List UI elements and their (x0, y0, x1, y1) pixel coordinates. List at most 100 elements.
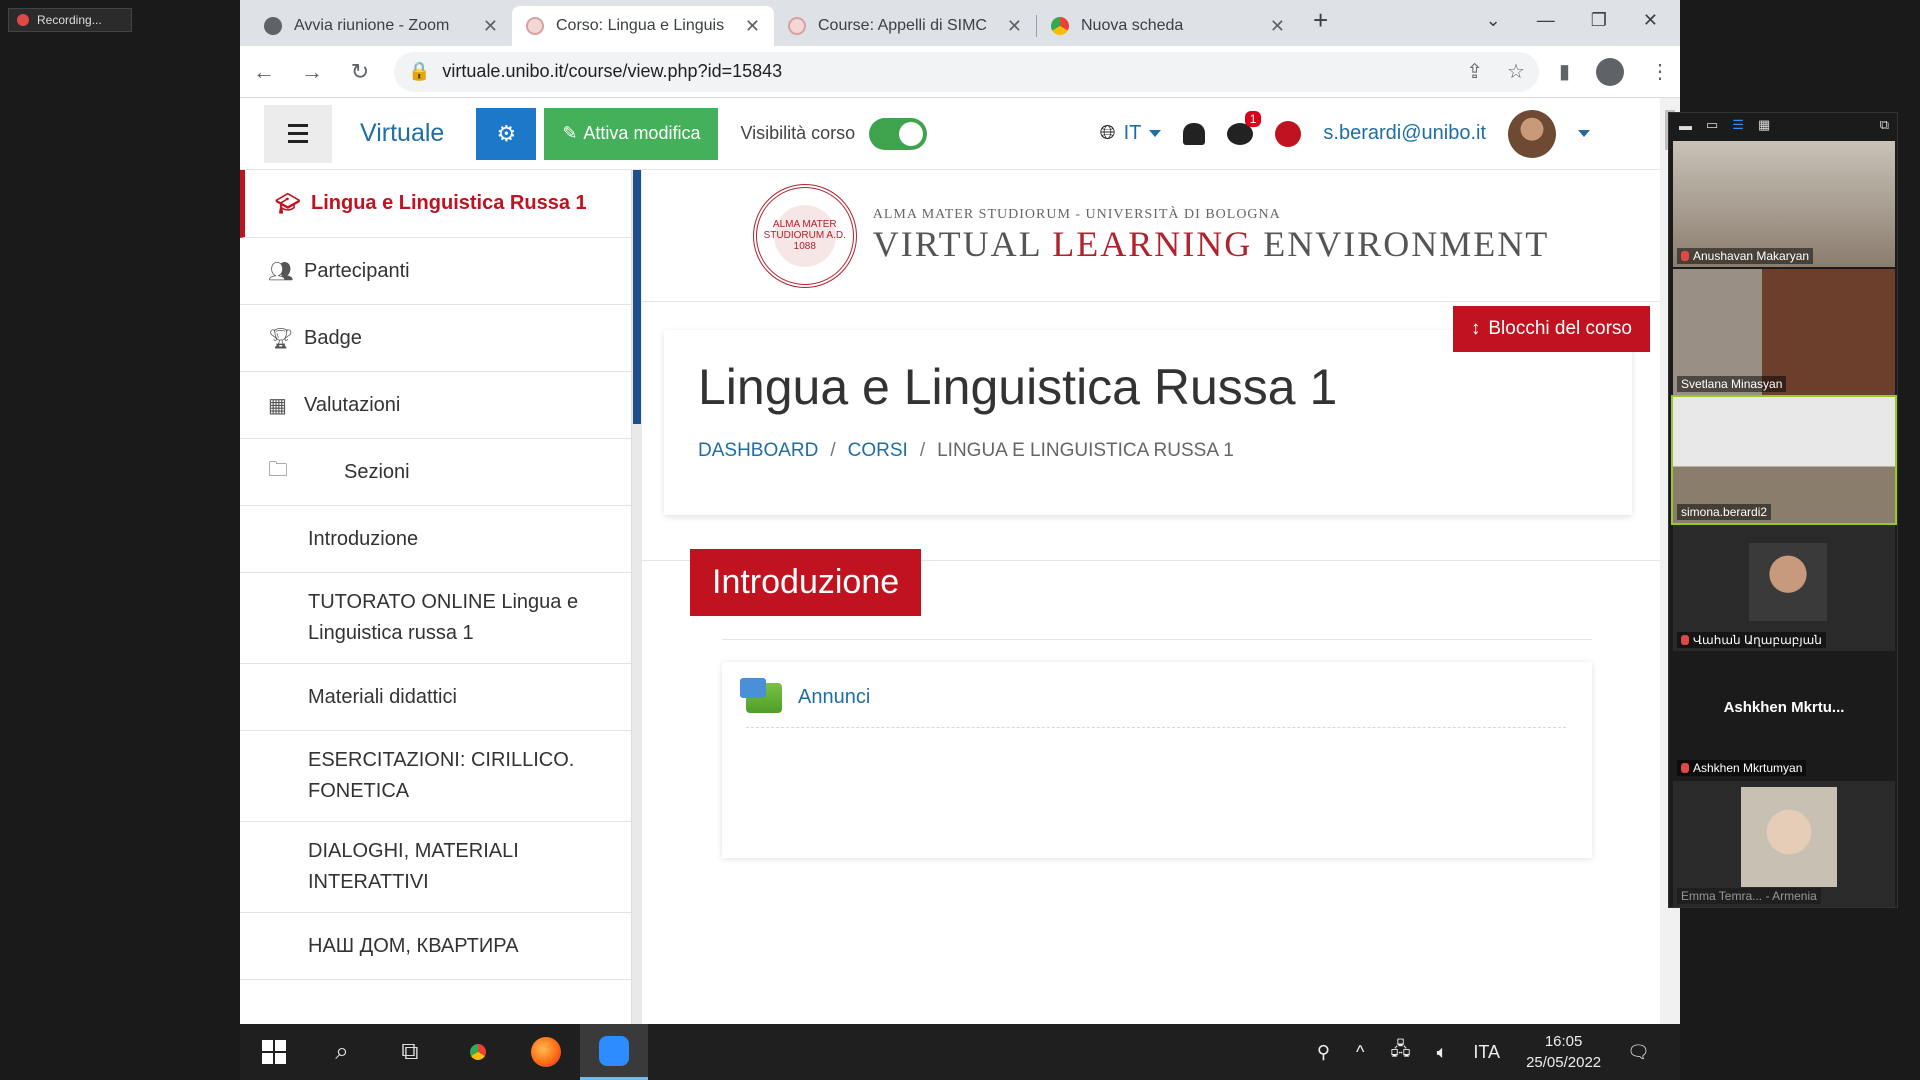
network-icon[interactable]: 🖧 (1391, 1037, 1411, 1067)
clock[interactable]: 16:05 25/05/2022 (1526, 1031, 1601, 1073)
bookmark-star-icon[interactable]: ☆ (1507, 59, 1525, 84)
search-icon[interactable]: ⌕ (308, 1024, 376, 1080)
profile-icon[interactable] (1596, 57, 1624, 86)
menu-kebab-icon[interactable]: ⋮ (1650, 59, 1670, 84)
task-view-icon[interactable]: ⧉ (376, 1024, 444, 1080)
system-tray: ⚲ ^ 🖧 🔈︎ ITA 16:05 25/05/2022 🗨︎ (1317, 1031, 1680, 1073)
tab-search-icon[interactable]: ⌄ (1486, 10, 1501, 31)
address-bar[interactable]: 🔒 virtuale.unibo.it/course/view.php?id=1… (394, 51, 1539, 92)
reload-icon[interactable]: ↻ (346, 59, 374, 85)
tab-nuova-scheda[interactable]: Nuova scheda ✕ (1037, 6, 1299, 46)
participant-tile[interactable]: Emma Temra... - Armenia (1673, 781, 1895, 907)
activity-link-annunci[interactable]: Annunci (798, 686, 870, 709)
clock-date: 25/05/2022 (1526, 1054, 1602, 1071)
section-title[interactable]: Introduzione (690, 549, 922, 616)
zoom-gallery-panel: ▬ ▭ ☰ ▦ ⧉ Anushavan Makaryan Svetlana Mi… (1668, 112, 1898, 908)
side-panel-icon[interactable]: ▮ (1559, 59, 1570, 84)
close-icon[interactable]: ✕ (745, 16, 760, 37)
bell-icon[interactable] (1183, 122, 1206, 145)
restore-icon[interactable]: ❐ (1591, 10, 1607, 31)
gallery-view-icon[interactable]: ▦ (1758, 117, 1770, 133)
muted-mic-icon (1681, 251, 1689, 261)
minimize-icon[interactable]: — (1537, 10, 1555, 31)
drawer-item-course[interactable]: 🎓︎ Lingua e Linguistica Russa 1 (240, 170, 631, 238)
lock-icon[interactable]: 🔒 (408, 61, 430, 82)
hamburger-menu-button[interactable] (264, 104, 332, 163)
notifications-icon[interactable]: 🗨︎ (1627, 1042, 1650, 1063)
start-button[interactable] (240, 1024, 308, 1080)
drawer-item-partecipanti[interactable]: 👥︎ Partecipanti (240, 238, 631, 305)
recording-indicator[interactable]: Recording... (8, 8, 132, 32)
close-icon[interactable]: ✕ (1270, 16, 1285, 37)
drawer-scroll-thumb[interactable] (633, 170, 641, 424)
avatar[interactable] (1508, 109, 1556, 158)
chrome-icon (1051, 17, 1069, 35)
firefox-taskbar-button[interactable] (512, 1024, 580, 1080)
participant-tile[interactable]: Ashkhen Mkrtu... Ashkhen Mkrtumyan (1673, 653, 1895, 779)
course-blocks-label: Blocchi del corso (1488, 318, 1632, 339)
browser-window: Avvia riunione - Zoom ✕ Corso: Lingua e … (240, 0, 1680, 1024)
edit-icon: ✎ (562, 123, 578, 143)
folder-icon: 🗀 (268, 459, 288, 481)
drawer-item-valutazioni[interactable]: ▦ Valutazioni (240, 372, 631, 439)
close-icon[interactable]: ✕ (1007, 16, 1022, 37)
tab-appelli[interactable]: Course: Appelli di SIMC ✕ (774, 6, 1036, 46)
zoom-icon (599, 1035, 629, 1066)
breadcrumb-current: LINGUA E LINGUISTICA RUSSA 1 (937, 440, 1234, 461)
share-icon[interactable]: ⇪ (1466, 59, 1483, 84)
messages-icon[interactable]: 1 (1227, 110, 1262, 145)
course-blocks-button[interactable]: ↕ Blocchi del corso (1452, 306, 1650, 352)
settings-gear-button[interactable]: ⚙ (476, 107, 537, 160)
drawer-section-item[interactable]: TUTORATO ONLINE Lingua e Linguistica rus… (240, 573, 631, 664)
close-window-icon[interactable]: ✕ (1643, 10, 1658, 31)
chrome-taskbar-button[interactable] (444, 1024, 512, 1080)
forward-icon[interactable]: → (298, 59, 326, 85)
drawer-scrollbar[interactable] (632, 170, 642, 1024)
participant-tile[interactable]: Anushavan Makaryan (1673, 141, 1895, 267)
exit-panel-icon[interactable]: ⧉ (1880, 117, 1897, 133)
participant-name: simona.berardi2 (1677, 504, 1772, 520)
close-icon[interactable]: ✕ (483, 16, 498, 37)
drawer-section-item[interactable]: Introduzione (240, 506, 631, 573)
site-brand[interactable]: Virtuale (360, 119, 444, 148)
drawer-section-item[interactable]: Materiali didattici (240, 664, 631, 731)
chevron-down-icon (1149, 130, 1162, 137)
speaker-view-icon[interactable]: ☰ (1732, 117, 1744, 133)
people-icon[interactable]: ⚲ (1317, 1042, 1330, 1063)
language-selector[interactable]: 🌐︎ IT (1100, 122, 1162, 145)
breadcrumb-corsi[interactable]: CORSI (848, 440, 908, 462)
url-text: virtuale.unibo.it/course/view.php?id=158… (442, 61, 783, 81)
drawer-section-item[interactable]: ESERCITAZIONI: CIRILLICO. FONETICA (240, 731, 631, 822)
input-language[interactable]: ITA (1473, 1042, 1500, 1063)
participant-tile-active-speaker[interactable]: simona.berardi2 (1671, 395, 1897, 525)
edit-mode-button[interactable]: ✎ Attiva modifica (544, 107, 719, 160)
new-tab-button[interactable]: + (1299, 5, 1342, 42)
hide-video-icon[interactable]: ▭ (1706, 117, 1718, 133)
drawer-section-item[interactable]: НАШ ДОМ, КВАРТИРА (240, 913, 631, 980)
drawer-item-sezioni[interactable]: 🗀 Sezioni (240, 439, 631, 506)
tab-title: Nuova scheda (1081, 17, 1184, 34)
minimize-view-icon[interactable]: ▬ (1679, 118, 1692, 133)
participant-tile[interactable]: Վահան Աղաբաբյան (1673, 525, 1895, 651)
participant-tile[interactable]: Svetlana Minasyan (1673, 269, 1895, 395)
users-icon: 👥︎ (268, 260, 294, 283)
user-email[interactable]: s.berardi@unibo.it (1323, 122, 1486, 145)
zoom-taskbar-button[interactable] (580, 1024, 648, 1080)
tab-title: Course: Appelli di SIMC (818, 17, 987, 34)
user-menu-chevron-icon[interactable] (1578, 130, 1590, 137)
course-content: ALMA MATER STUDIORUM A.D. 1088 ALMA MATE… (642, 170, 1660, 1024)
banner-subtitle: ALMA MATER STUDIORUM - UNIVERSITÀ DI BOL… (872, 206, 1281, 222)
volume-icon[interactable]: 🔈︎ (1437, 1042, 1448, 1063)
breadcrumb-dashboard[interactable]: DASHBOARD (698, 440, 818, 462)
moodle-navbar: Virtuale ⚙ ✎ Attiva modifica Visibilità … (240, 98, 1660, 170)
back-icon[interactable]: ← (250, 59, 278, 85)
accessibility-icon[interactable] (1275, 120, 1302, 147)
drawer-section-item[interactable]: DIALOGHI, MATERIALI INTERATTIVI (240, 822, 631, 913)
chevron-up-icon[interactable]: ^ (1356, 1042, 1364, 1063)
chrome-icon (463, 1037, 493, 1067)
drawer-item-badge[interactable]: 🏆︎ Badge (240, 305, 631, 372)
tab-corso[interactable]: Corso: Lingua e Linguis ✕ (512, 6, 774, 46)
visibility-toggle[interactable] (869, 117, 928, 150)
activity-forum[interactable]: Annunci (740, 668, 1566, 728)
tab-zoom[interactable]: Avvia riunione - Zoom ✕ (250, 6, 512, 46)
